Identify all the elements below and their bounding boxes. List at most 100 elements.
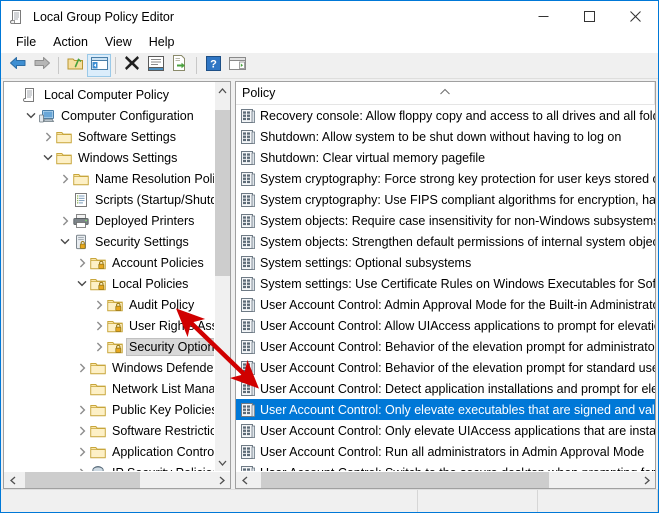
properties-button[interactable]	[144, 54, 168, 77]
tree-node-scripts-startup-shutdown[interactable]: Scripts (Startup/Shutdown)	[4, 189, 214, 210]
status-bar-main	[1, 490, 418, 512]
chevron-down-icon[interactable]	[74, 280, 90, 287]
policy-row[interactable]: System settings: Optional subsystems	[236, 252, 655, 273]
tree-node-software-settings[interactable]: Software Settings	[4, 126, 214, 147]
back-button[interactable]	[6, 54, 30, 77]
policy-row[interactable]: User Account Control: Switch to the secu…	[236, 462, 655, 471]
export-list-icon	[172, 55, 188, 76]
show-hide-tree-button[interactable]	[87, 54, 111, 77]
tree-hscroll-track[interactable]	[21, 472, 213, 488]
policy-row-label: User Account Control: Run all administra…	[260, 444, 645, 459]
delete-button[interactable]	[120, 54, 144, 77]
policy-row-label: Shutdown: Allow system to be shut down w…	[260, 129, 622, 144]
policy-row[interactable]: User Account Control: Detect application…	[236, 378, 655, 399]
chevron-right-icon[interactable]	[74, 468, 90, 471]
menu-view[interactable]: View	[97, 34, 141, 51]
minimize-button[interactable]	[520, 1, 566, 32]
chevron-right-icon[interactable]	[74, 447, 90, 457]
tree-node-public-key-policies[interactable]: Public Key Policies	[4, 399, 214, 420]
chevron-right-icon[interactable]	[74, 363, 90, 373]
tree-scroll-right-button[interactable]	[213, 472, 230, 488]
tree-vertical-scrollbar[interactable]	[214, 82, 230, 471]
content-area: Local Computer Policy Computer Configurat…	[1, 79, 658, 489]
tree-vscroll-track[interactable]	[215, 99, 230, 454]
tree-node-local-computer-policy[interactable]: Local Computer Policy	[4, 84, 214, 105]
chevron-down-icon[interactable]	[57, 238, 73, 245]
list-scroll-right-button[interactable]	[638, 472, 655, 488]
policy-row[interactable]: User Account Control: Allow UIAccess app…	[236, 315, 655, 336]
chevron-right-icon[interactable]	[74, 258, 90, 268]
tree-node-security-settings[interactable]: Security Settings	[4, 231, 214, 252]
policy-row[interactable]: System objects: Strengthen default permi…	[236, 231, 655, 252]
column-header-policy[interactable]: Policy	[236, 81, 655, 105]
policy-row[interactable]: System cryptography: Force strong key pr…	[236, 168, 655, 189]
policy-row[interactable]: User Account Control: Only elevate execu…	[236, 399, 655, 420]
tree-horizontal-scrollbar[interactable]	[4, 471, 230, 488]
tree-node-account-policies[interactable]: Account Policies	[4, 252, 214, 273]
chevron-right-icon[interactable]	[40, 132, 56, 142]
list-horizontal-scrollbar[interactable]	[236, 471, 655, 488]
tree-node-name-resolution-policy[interactable]: Name Resolution Policy	[4, 168, 214, 189]
tree-node-deployed-printers[interactable]: Deployed Printers	[4, 210, 214, 231]
svg-text:?: ?	[210, 58, 217, 70]
folder-lock-icon	[107, 297, 123, 313]
show-action-pane-button[interactable]	[225, 54, 249, 77]
tree-node-ip-security-policies-on-local-computer[interactable]: IP Security Policies on Local Computer	[4, 462, 214, 471]
chevron-right-icon[interactable]	[74, 426, 90, 436]
policy-row[interactable]: Recovery console: Allow floppy copy and …	[236, 105, 655, 126]
tree-node-software-restriction-policies[interactable]: Software Restriction Policies	[4, 420, 214, 441]
policy-row[interactable]: User Account Control: Behavior of the el…	[236, 336, 655, 357]
policy-row[interactable]: Shutdown: Allow system to be shut down w…	[236, 126, 655, 147]
list-hscroll-track[interactable]	[253, 472, 638, 488]
export-list-button[interactable]	[168, 54, 192, 77]
tree-scroll-left-button[interactable]	[4, 472, 21, 488]
policy-row[interactable]: System settings: Use Certificate Rules o…	[236, 273, 655, 294]
policy-row-label: User Account Control: Behavior of the el…	[260, 360, 655, 375]
maximize-button[interactable]	[566, 1, 612, 32]
policy-row[interactable]: User Account Control: Only elevate UIAcc…	[236, 420, 655, 441]
help-button[interactable]: ?	[201, 54, 225, 77]
chevron-down-icon[interactable]	[40, 154, 56, 161]
chevron-right-icon[interactable]	[57, 216, 73, 226]
chevron-right-icon[interactable]	[91, 342, 107, 352]
close-button[interactable]	[612, 1, 658, 32]
chevron-right-icon[interactable]	[91, 300, 107, 310]
policy-row[interactable]: System cryptography: Use FIPS compliant …	[236, 189, 655, 210]
policy-row[interactable]: User Account Control: Admin Approval Mod…	[236, 294, 655, 315]
forward-button[interactable]	[30, 54, 54, 77]
chevron-right-icon[interactable]	[74, 405, 90, 415]
tree-node-local-policies[interactable]: Local Policies	[4, 273, 214, 294]
tree-node-network-list-manager-policies[interactable]: Network List Manager Policies	[4, 378, 214, 399]
menu-file[interactable]: File	[8, 34, 45, 51]
tree-node-security-options[interactable]: Security Options	[4, 336, 214, 357]
tree-hscroll-thumb[interactable]	[24, 472, 141, 488]
policy-row-label: User Account Control: Switch to the secu…	[260, 465, 655, 472]
console-tree-pane: Local Computer Policy Computer Configurat…	[3, 81, 231, 489]
policy-row[interactable]: Shutdown: Clear virtual memory pagefile	[236, 147, 655, 168]
chevron-right-icon[interactable]	[57, 174, 73, 184]
tree-node-label: Security Settings	[95, 234, 189, 249]
tree-node-computer-configuration[interactable]: Computer Configuration	[4, 105, 214, 126]
menu-action[interactable]: Action	[45, 34, 97, 51]
policy-row[interactable]: System objects: Require case insensitivi…	[236, 210, 655, 231]
policy-row[interactable]: User Account Control: Behavior of the el…	[236, 357, 655, 378]
chevron-right-icon[interactable]	[91, 321, 107, 331]
chevron-down-icon[interactable]	[23, 112, 39, 119]
tree-node-user-rights-assignment[interactable]: User Rights Assignment	[4, 315, 214, 336]
tree-node-audit-policy[interactable]: Audit Policy	[4, 294, 214, 315]
tree-node-windows-settings[interactable]: Windows Settings	[4, 147, 214, 168]
window-title: Local Group Policy Editor	[33, 9, 175, 24]
delete-x-icon	[124, 55, 140, 76]
tree-node-label: Audit Policy	[129, 297, 195, 312]
policy-row[interactable]: User Account Control: Run all administra…	[236, 441, 655, 462]
list-hscroll-thumb[interactable]	[260, 472, 550, 488]
list-scroll-left-button[interactable]	[236, 472, 253, 488]
tree-node-windows-defender-firewall[interactable]: Windows Defender Firewall	[4, 357, 214, 378]
tree-node-application-control-policies[interactable]: Application Control Policies	[4, 441, 214, 462]
menu-help[interactable]: Help	[141, 34, 184, 51]
up-one-level-button[interactable]	[63, 54, 87, 77]
tree-vscroll-thumb[interactable]	[215, 109, 230, 277]
tree-scroll-up-button[interactable]	[215, 82, 230, 99]
forward-arrow-icon	[33, 55, 51, 76]
tree-scroll-down-button[interactable]	[215, 454, 230, 471]
